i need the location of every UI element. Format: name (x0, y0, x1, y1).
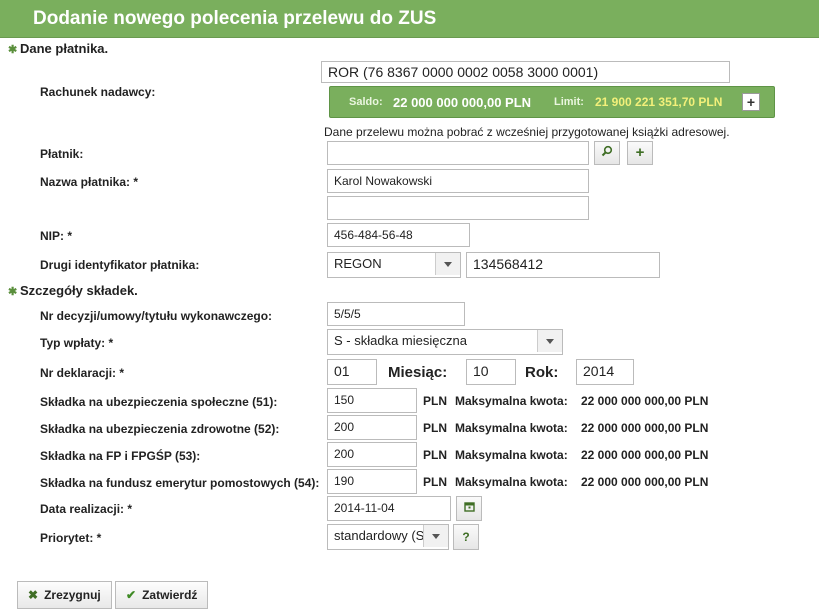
contrib-54-max-value: 22 000 000 000,00 PLN (581, 475, 709, 489)
saldo-label: Saldo: (349, 96, 383, 108)
date-label: Data realizacji: * (40, 502, 133, 516)
chevron-down-icon (435, 253, 460, 275)
year-input[interactable]: 2014 (576, 359, 634, 385)
decision-input[interactable]: 5/5/5 (327, 302, 465, 326)
id2-type-value: REGON (334, 256, 382, 271)
contrib-52-max-value: 22 000 000 000,00 PLN (581, 421, 709, 435)
contrib-54-currency: PLN (423, 475, 447, 489)
month-label: Miesiąc: (388, 364, 448, 381)
limit-label: Limit: (554, 96, 584, 108)
add-limit-icon[interactable]: + (742, 93, 760, 111)
priority-value: standardowy (S) (334, 528, 429, 543)
priority-select[interactable]: standardowy (S) (327, 524, 449, 550)
priority-label: Priorytet: * (40, 531, 102, 545)
nip-input[interactable]: 456-484-56-48 (327, 223, 470, 247)
contrib-53-input[interactable]: 200 (327, 442, 417, 467)
x-icon: ✖ (28, 588, 39, 602)
contrib-51-input[interactable]: 150 (327, 388, 417, 413)
add-payer-button[interactable]: + (627, 141, 653, 165)
section-contributions: ✱ Szczegóły składek. (8, 283, 138, 298)
contrib-51-currency: PLN (423, 394, 447, 408)
calendar-button[interactable] (456, 496, 482, 521)
payment-type-value: S - składka miesięczna (334, 333, 467, 348)
cancel-label: Zrezygnuj (44, 588, 101, 602)
contrib-53-max-value: 22 000 000 000,00 PLN (581, 448, 709, 462)
section-payer: ✱ Dane płatnika. (8, 41, 108, 56)
month-input[interactable]: 10 (466, 359, 516, 385)
nip-label: NIP: * (40, 229, 73, 243)
contrib-54-max-label: Maksymalna kwota: (455, 475, 568, 489)
id2-input[interactable]: 134568412 (466, 252, 660, 278)
type-label: Typ wpłaty: * (40, 336, 114, 350)
cancel-button[interactable]: ✖ Zrezygnuj (17, 581, 112, 609)
payment-type-select[interactable]: S - składka miesięczna (327, 329, 563, 355)
chevron-down-icon (423, 525, 448, 547)
contrib-54-label: Składka na fundusz emerytur pomostowych … (40, 476, 320, 490)
date-input[interactable]: 2014-11-04 (327, 496, 451, 521)
decl-input[interactable]: 01 (327, 359, 377, 385)
name-input[interactable]: Karol Nowakowski (327, 169, 589, 193)
page-title: Dodanie nowego polecenia przelewu do ZUS (33, 8, 437, 29)
contrib-54-input[interactable]: 190 (327, 469, 417, 494)
search-button[interactable] (594, 141, 620, 165)
account-label: Rachunek nadawcy: (40, 85, 156, 99)
contrib-52-input[interactable]: 200 (327, 415, 417, 440)
contrib-52-label: Składka na ubezpieczenia zdrowotne (52): (40, 422, 280, 436)
name-input-2[interactable] (327, 196, 589, 220)
help-button[interactable]: ? (453, 524, 479, 550)
chevron-down-icon (537, 330, 562, 352)
addressbook-note: Dane przelewu można pobrać z wcześniej p… (324, 125, 730, 139)
section-payer-title: Dane płatnika. (20, 41, 109, 56)
help-label: ? (462, 530, 470, 544)
confirm-button[interactable]: ✔ Zatwierdź (115, 581, 209, 609)
magnifier-icon (601, 145, 613, 160)
decl-label: Nr deklaracji: * (40, 366, 125, 380)
contrib-53-currency: PLN (423, 448, 447, 462)
limit-value: 21 900 221 351,70 PLN (595, 95, 723, 109)
platnik-label: Płatnik: (40, 147, 84, 161)
plus-icon: + (635, 144, 645, 161)
year-label: Rok: (525, 364, 559, 381)
contrib-52-max-label: Maksymalna kwota: (455, 421, 568, 435)
name-label: Nazwa płatnika: * (40, 175, 139, 189)
confirm-label: Zatwierdź (142, 588, 198, 602)
contrib-52-currency: PLN (423, 421, 447, 435)
title-bar: Dodanie nowego polecenia przelewu do ZUS (0, 0, 819, 38)
contrib-51-max-label: Maksymalna kwota: (455, 394, 568, 408)
bullet-icon: ✱ (8, 286, 18, 298)
bullet-icon: ✱ (8, 44, 18, 56)
balance-panel: Saldo: 22 000 000 000,00 PLN Limit: 21 9… (329, 86, 775, 118)
saldo-value: 22 000 000 000,00 PLN (393, 95, 532, 110)
platnik-input[interactable] (327, 141, 589, 165)
contrib-51-label: Składka na ubezpieczenia społeczne (51): (40, 395, 278, 409)
decision-label: Nr decyzji/umowy/tytułu wykonawczego: (40, 309, 273, 323)
id2-label: Drugi identyfikator płatnika: (40, 258, 200, 272)
calendar-icon (463, 501, 475, 515)
checkmark-icon: ✔ (126, 588, 137, 602)
id2-type-select[interactable]: REGON (327, 252, 461, 278)
section-contrib-title: Szczegóły składek. (20, 283, 138, 298)
contrib-53-label: Składka na FP i FPGŚP (53): (40, 449, 201, 463)
contrib-53-max-label: Maksymalna kwota: (455, 448, 568, 462)
account-select[interactable]: ROR (76 8367 0000 0002 0058 3000 0001) (321, 61, 730, 83)
contrib-51-max-value: 22 000 000 000,00 PLN (581, 394, 709, 408)
